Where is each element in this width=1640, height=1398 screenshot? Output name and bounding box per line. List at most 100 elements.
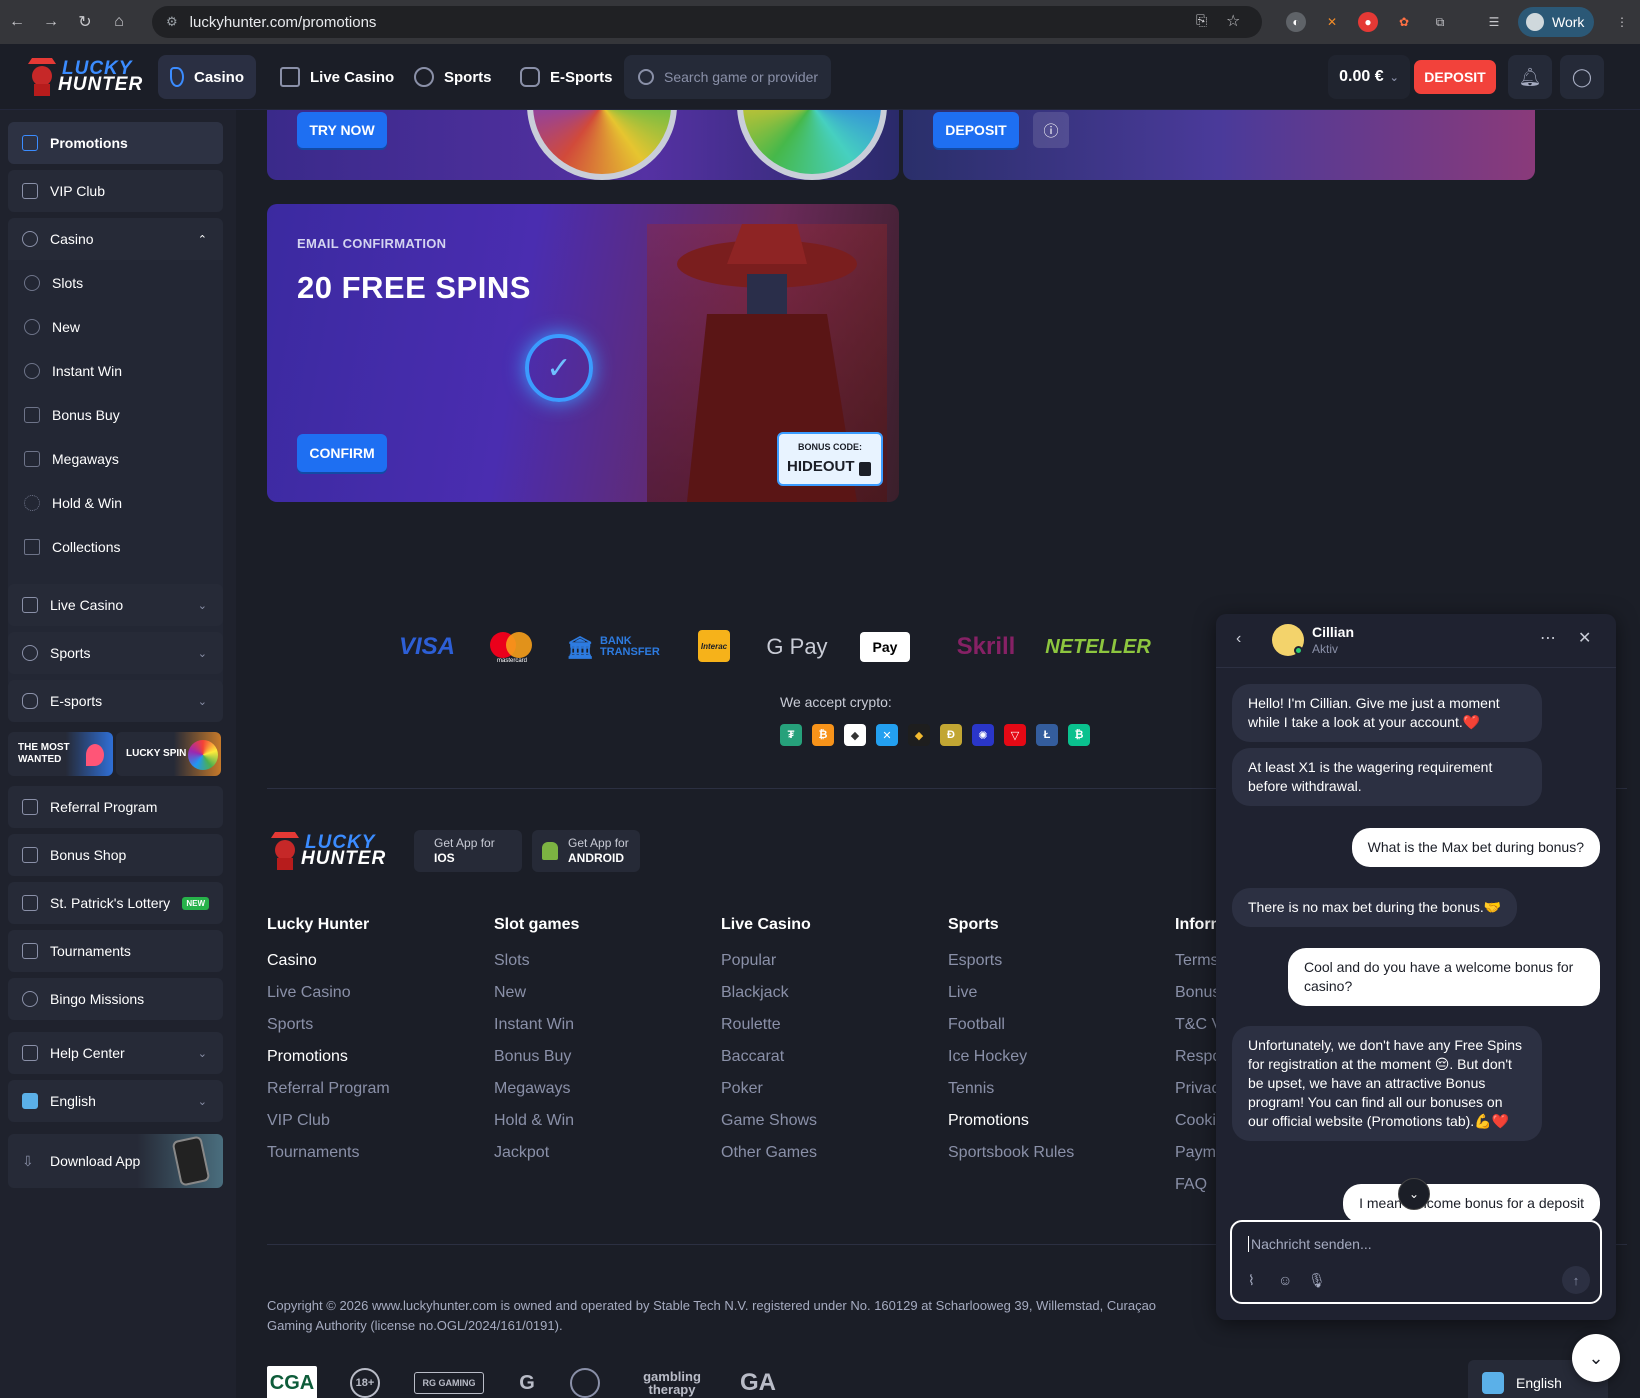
footer-link[interactable]: FAQ (1175, 1176, 1207, 1194)
footer-link[interactable]: Bonus Buy (494, 1048, 571, 1066)
balance-dropdown[interactable]: 0.00 € ⌄ (1328, 55, 1410, 99)
notification-bell-icon[interactable]: 🔔︎ (1508, 55, 1552, 99)
extension-icon[interactable]: ● (1358, 12, 1378, 32)
sidebar-item-lottery[interactable]: St. Patrick's Lottery NEW (8, 882, 223, 924)
footer-link[interactable]: Football (948, 1016, 1005, 1034)
info-icon[interactable]: ⓘ (1033, 112, 1069, 148)
more-options-icon[interactable]: ⋯ (1540, 628, 1556, 648)
footer-link[interactable]: Slots (494, 952, 530, 970)
sidebar-item-bonus-shop[interactable]: Bonus Shop (8, 834, 223, 876)
footer-link[interactable]: Sports (267, 1016, 313, 1034)
extension-icon[interactable]: ✿ (1394, 12, 1414, 32)
footer-link[interactable]: Cooki (1175, 1112, 1216, 1130)
submenu-item-instant-win[interactable]: Instant Win (8, 352, 223, 390)
footer-link[interactable]: Sportsbook Rules (948, 1144, 1074, 1162)
tab-live-casino[interactable]: Live Casino (268, 55, 406, 99)
footer-logo[interactable]: LUCKY HUNTER (267, 828, 385, 872)
footer-link[interactable]: Popular (721, 952, 776, 970)
footer-link[interactable]: Tennis (948, 1080, 994, 1098)
footer-link[interactable]: Roulette (721, 1016, 781, 1034)
deposit-promo-button[interactable]: DEPOSIT (933, 112, 1019, 148)
copy-icon[interactable] (859, 462, 871, 476)
footer-link[interactable]: New (494, 984, 526, 1002)
submenu-item-hold-win[interactable]: Hold & Win (8, 484, 223, 522)
footer-link[interactable]: Live Casino (267, 984, 351, 1002)
sidebar-item-esports[interactable]: E-sports ⌄ (8, 680, 223, 722)
reload-icon[interactable]: ↻ (68, 0, 102, 44)
sidebar-item-tournaments[interactable]: Tournaments (8, 930, 223, 972)
footer-link[interactable]: Referral Program (267, 1080, 390, 1098)
home-icon[interactable]: ⌂ (102, 0, 136, 44)
submenu-item-megaways[interactable]: Megaways (8, 440, 223, 478)
footer-link[interactable]: Terms (1175, 952, 1219, 970)
try-now-button[interactable]: TRY NOW (297, 112, 387, 148)
footer-link[interactable]: Promotions (267, 1048, 348, 1066)
search-input[interactable]: Search game or provider (624, 55, 831, 99)
bookmark-star-icon[interactable]: ☆ (1226, 11, 1240, 31)
tab-esports[interactable]: E-Sports (508, 55, 625, 99)
footer-link[interactable]: Casino (267, 952, 317, 970)
forward-icon[interactable]: → (34, 0, 68, 44)
footer-link[interactable]: Game Shows (721, 1112, 817, 1130)
footer-link[interactable]: Privac (1175, 1080, 1219, 1098)
footer-link[interactable]: Promotions (948, 1112, 1029, 1130)
footer-link[interactable]: Respo (1175, 1048, 1221, 1066)
chat-toggle-button[interactable]: ⌄ (1572, 1334, 1620, 1382)
footer-link[interactable]: Instant Win (494, 1016, 574, 1034)
footer-link[interactable]: Other Games (721, 1144, 817, 1162)
footer-link[interactable]: Bonus (1175, 984, 1220, 1002)
sidebar-item-bingo[interactable]: Bingo Missions (8, 978, 223, 1020)
chat-message-input[interactable]: Nachricht senden... (1248, 1236, 1548, 1252)
address-bar[interactable]: ⚙ luckyhunter.com/promotions ⎘ ☆ (152, 6, 1262, 38)
bonus-code-box[interactable]: BONUS CODE: HIDEOUT (777, 432, 883, 486)
deposit-button[interactable]: DEPOSIT (1414, 60, 1496, 94)
gambling-therapy-logo[interactable]: gambling therapy (636, 1366, 708, 1398)
submenu-item-bonus-buy[interactable]: Bonus Buy (8, 396, 223, 434)
sidebar-item-live-casino[interactable]: Live Casino ⌄ (8, 584, 223, 626)
send-button[interactable]: ↑ (1562, 1266, 1590, 1294)
submenu-item-collections[interactable]: Collections (8, 528, 223, 566)
scroll-down-button[interactable]: ⌄ (1398, 1178, 1430, 1210)
tab-casino[interactable]: Casino (158, 55, 256, 99)
footer-link[interactable]: VIP Club (267, 1112, 330, 1130)
footer-link[interactable]: Baccarat (721, 1048, 784, 1066)
tile-lucky-spin[interactable]: LUCKY SPIN (116, 732, 221, 776)
puzzle-icon[interactable]: ⧉ (1430, 12, 1450, 32)
footer-link[interactable]: Esports (948, 952, 1002, 970)
sidebar-item-vip-club[interactable]: VIP Club (8, 170, 223, 212)
submenu-item-new[interactable]: New (8, 308, 223, 346)
extension-icon[interactable]: ✕ (1322, 12, 1342, 32)
submenu-item-slots[interactable]: Slots (8, 264, 223, 302)
sidebar-item-help-center[interactable]: Help Center ⌄ (8, 1032, 223, 1074)
user-profile-icon[interactable]: ◯ (1560, 55, 1604, 99)
site-settings-icon[interactable]: ⚙ (166, 14, 178, 30)
cga-logo[interactable]: CGA (267, 1366, 317, 1398)
logo[interactable]: LUCKY HUNTER (24, 54, 142, 98)
sidebar-item-referral[interactable]: Referral Program (8, 786, 223, 828)
sidebar-item-casino[interactable]: Casino ⌃ (8, 218, 223, 260)
microphone-icon[interactable]: 🎙︎ (1308, 1272, 1326, 1289)
chevron-left-icon[interactable]: ‹ (1236, 630, 1241, 648)
footer-link[interactable]: Megaways (494, 1080, 570, 1098)
back-icon[interactable]: ← (0, 0, 34, 44)
sidebar-language-select[interactable]: English ⌄ (8, 1080, 223, 1122)
footer-link[interactable]: Blackjack (721, 984, 789, 1002)
gamcare-logo[interactable]: G (512, 1366, 542, 1398)
profile-button[interactable]: Work (1518, 7, 1594, 37)
tile-most-wanted[interactable]: THE MOST WANTED (8, 732, 113, 776)
attachment-icon[interactable]: ⌇ (1248, 1272, 1255, 1289)
sidebar-item-sports[interactable]: Sports ⌄ (8, 632, 223, 674)
confirm-button[interactable]: CONFIRM (297, 434, 387, 472)
footer-link[interactable]: Hold & Win (494, 1112, 574, 1130)
install-icon[interactable]: ⎘ (1196, 12, 1207, 29)
emoji-icon[interactable]: ☺ (1278, 1272, 1292, 1288)
get-app-android-button[interactable]: Get App for ANDROID (532, 830, 640, 872)
sidebar-item-download-app[interactable]: ⇩ Download App (8, 1134, 223, 1188)
responsible-gaming-logo[interactable]: RG GAMING (414, 1372, 484, 1394)
gambling-anonymous-logo[interactable]: GA (736, 1366, 780, 1398)
close-icon[interactable]: ✕ (1578, 628, 1591, 648)
tab-sports[interactable]: Sports (402, 55, 504, 99)
footer-link[interactable]: Live (948, 984, 977, 1002)
menu-icon[interactable]: ⋮ (1612, 12, 1632, 32)
footer-link[interactable]: Tournaments (267, 1144, 360, 1162)
